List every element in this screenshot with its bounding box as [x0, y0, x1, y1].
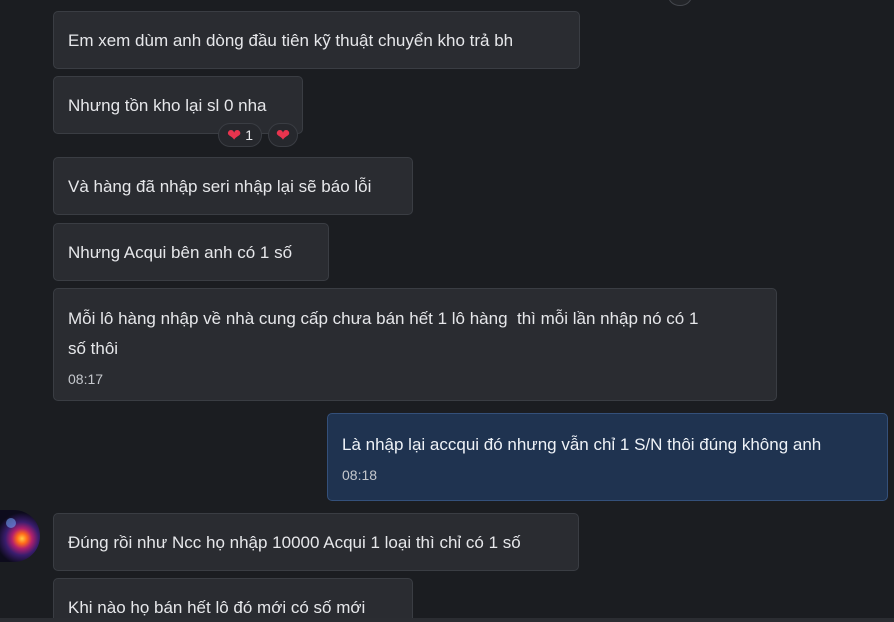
outgoing-message-bubble[interactable]: Là nhập lại accqui đó nhưng vẫn chỉ 1 S/… — [327, 413, 888, 501]
heart-icon: ❤ — [226, 125, 242, 145]
message-bubble[interactable]: Em xem dùm anh dòng đầu tiên kỹ thuật ch… — [53, 11, 580, 69]
heart-icon: ❤ — [275, 125, 291, 145]
message-bubble[interactable]: Và hàng đã nhập seri nhập lại sẽ báo lỗi — [53, 157, 413, 215]
sender-avatar[interactable] — [0, 510, 40, 562]
reaction-heart[interactable]: ❤ — [268, 123, 298, 147]
message-bubble[interactable]: Mỗi lô hàng nhập về nhà cung cấp chưa bá… — [53, 288, 777, 401]
message-text: Là nhập lại accqui đó nhưng vẫn chỉ 1 S/… — [342, 435, 822, 454]
message-text: Đúng rồi như Ncc họ nhập 10000 Acqui 1 l… — [68, 533, 521, 552]
message-timestamp: 08:18 — [342, 467, 378, 483]
message-text: Nhưng tồn kho lại sl 0 nha — [68, 96, 267, 115]
message-bubble[interactable]: Nhưng tồn kho lại sl 0 nha — [53, 76, 303, 134]
composer-edge — [0, 618, 894, 622]
message-text: Nhưng Acqui bên anh có 1 số — [68, 243, 293, 262]
message-bubble[interactable]: Đúng rồi như Ncc họ nhập 10000 Acqui 1 l… — [53, 513, 579, 571]
message-text: Em xem dùm anh dòng đầu tiên kỹ thuật ch… — [68, 31, 514, 50]
scroll-indicator-icon[interactable] — [668, 0, 692, 6]
reaction-heart-with-count[interactable]: ❤ 1 — [218, 123, 262, 147]
message-text: Và hàng đã nhập seri nhập lại sẽ báo lỗi — [68, 177, 372, 196]
chat-thread: Em xem dùm anh dòng đầu tiên kỹ thuật ch… — [0, 0, 894, 622]
reaction-count: 1 — [245, 127, 254, 143]
message-text: Mỗi lô hàng nhập về nhà cung cấp chưa bá… — [68, 309, 699, 358]
message-timestamp: 08:17 — [68, 371, 104, 387]
message-bubble[interactable]: Nhưng Acqui bên anh có 1 số — [53, 223, 329, 281]
message-bubble[interactable]: Khi nào họ bán hết lô đó mới có số mới — [53, 578, 413, 622]
